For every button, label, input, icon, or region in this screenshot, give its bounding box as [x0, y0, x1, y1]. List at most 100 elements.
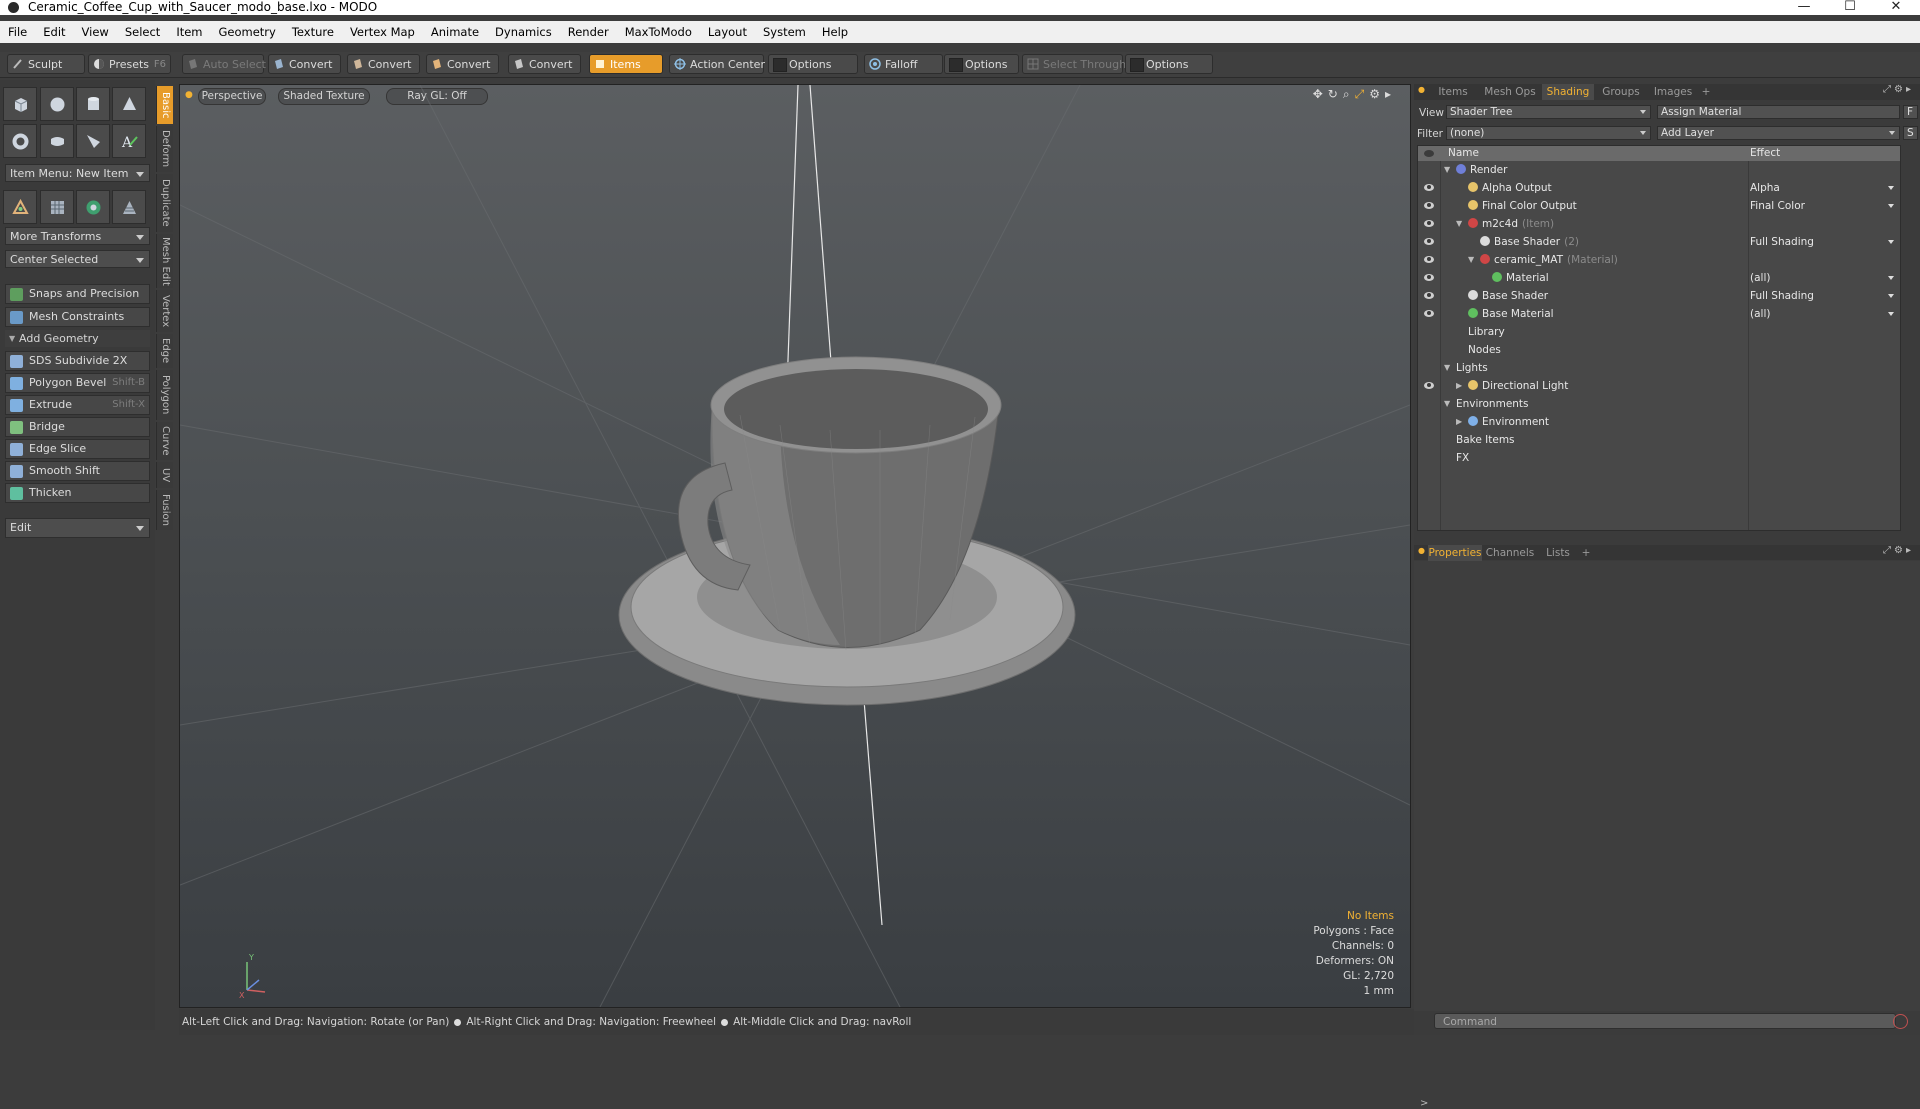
radial-array-button[interactable]	[76, 190, 110, 224]
sds-subdivide-button[interactable]: SDS Subdivide 2X	[5, 351, 150, 371]
record-macro-icon[interactable]	[1893, 1014, 1908, 1029]
visibility-eye-icon[interactable]	[1424, 238, 1434, 245]
array-tool-button[interactable]	[40, 190, 74, 224]
sphere-primitive-button[interactable]	[40, 87, 74, 121]
select-through-options-checkbox[interactable]	[1130, 58, 1144, 72]
items-mode-button[interactable]: Items	[589, 54, 663, 74]
convert-vertices-button[interactable]: Convert	[268, 54, 341, 74]
capsule-primitive-button[interactable]	[40, 124, 74, 158]
presets-button[interactable]: Presets F6	[88, 54, 171, 74]
menu-texture[interactable]: Texture	[284, 21, 342, 43]
menu-vertex-map[interactable]: Vertex Map	[342, 21, 423, 43]
tab-groups[interactable]: Groups	[1596, 84, 1646, 100]
falloff-options-checkbox[interactable]	[949, 58, 963, 72]
collapsed-triangle-icon[interactable]: ▶	[1456, 413, 1462, 431]
text-tool-button[interactable]: A	[112, 124, 146, 158]
tab-fusion[interactable]: Fusion	[156, 490, 173, 530]
tab-duplicate[interactable]: Duplicate	[156, 174, 173, 232]
auto-select-button[interactable]: Auto Select	[182, 54, 266, 74]
3d-viewport[interactable]: ● Perspective Shaded Texture Ray GL: Off…	[179, 84, 1411, 1008]
visibility-eye-icon[interactable]	[1424, 274, 1434, 281]
menu-layout[interactable]: Layout	[700, 21, 755, 43]
menu-select[interactable]: Select	[117, 21, 168, 43]
visibility-eye-icon[interactable]	[1424, 382, 1434, 389]
edit-dropdown[interactable]: Edit	[5, 518, 150, 538]
convert-edges-button[interactable]: Convert	[347, 54, 420, 74]
bridge-button[interactable]: Bridge	[5, 417, 150, 437]
menu-dynamics[interactable]: Dynamics	[487, 21, 560, 43]
torus-primitive-button[interactable]	[3, 124, 37, 158]
snaps-precision-button[interactable]: Snaps and Precision	[5, 284, 150, 304]
shader-tree-row[interactable]: FX	[1418, 449, 1900, 467]
convert-materials-button[interactable]: Convert	[508, 54, 581, 74]
panel-window-controls[interactable]: ⤢⚙▸	[1883, 84, 1914, 95]
add-tab-button[interactable]: +	[1698, 84, 1714, 100]
tab-mesh-ops[interactable]: Mesh Ops	[1480, 84, 1540, 100]
visibility-eye-icon[interactable]	[1424, 292, 1434, 299]
menu-item[interactable]: Item	[168, 21, 210, 43]
view-select[interactable]: Shader Tree	[1446, 105, 1651, 119]
s-button[interactable]: S	[1903, 126, 1918, 140]
pen-tool-button[interactable]	[76, 124, 110, 158]
select-through-button[interactable]: Select Through	[1022, 54, 1126, 74]
shader-tree-row[interactable]: Nodes	[1418, 341, 1900, 359]
menu-render[interactable]: Render	[560, 21, 617, 43]
shader-tree-row[interactable]: ▼ Environments	[1418, 395, 1900, 413]
tab-uv[interactable]: UV	[156, 462, 173, 488]
add-tab-button[interactable]: +	[1578, 545, 1594, 561]
tab-mesh-edit[interactable]: Mesh Edit	[156, 234, 173, 288]
falloff-options-button[interactable]: Options	[944, 54, 1019, 74]
tab-polygon[interactable]: Polygon	[156, 370, 173, 420]
shader-tree-row[interactable]: Alpha Output Alpha	[1418, 179, 1900, 197]
action-center-options-button[interactable]: Options	[768, 54, 858, 74]
convert-polygons-button[interactable]: Convert	[426, 54, 499, 74]
visibility-eye-icon[interactable]	[1424, 310, 1434, 317]
shader-tree-row[interactable]: Base Material (all)	[1418, 305, 1900, 323]
shader-tree-row[interactable]: Bake Items	[1418, 431, 1900, 449]
panel-window-controls[interactable]: ⤢⚙▸	[1883, 545, 1914, 556]
menu-geometry[interactable]: Geometry	[211, 21, 284, 43]
visibility-eye-icon[interactable]	[1424, 202, 1434, 209]
menu-view[interactable]: View	[74, 21, 117, 43]
visibility-eye-icon[interactable]	[1424, 220, 1434, 227]
extrude-button[interactable]: Extrude Shift-X	[5, 395, 150, 415]
effect-dropdown[interactable]: Full Shading	[1748, 233, 1900, 250]
f-button[interactable]: F	[1903, 105, 1918, 119]
expand-triangle-icon[interactable]: ▼	[1444, 359, 1450, 377]
curve-array-button[interactable]	[112, 190, 146, 224]
menu-system[interactable]: System	[755, 21, 814, 43]
panel-menu-icon[interactable]: ●	[1418, 85, 1425, 94]
visibility-eye-icon[interactable]	[1424, 256, 1434, 263]
effect-dropdown[interactable]: (all)	[1748, 305, 1900, 322]
polygon-bevel-button[interactable]: Polygon Bevel Shift-B	[5, 373, 150, 393]
action-center-button[interactable]: Action Center	[669, 54, 765, 74]
tab-shading[interactable]: Shading	[1542, 84, 1594, 100]
item-menu-dropdown[interactable]: Item Menu: New Item	[5, 164, 150, 182]
smooth-shift-button[interactable]: Smooth Shift	[5, 461, 150, 481]
tab-edge[interactable]: Edge	[156, 334, 173, 368]
transform-tool-button[interactable]	[3, 190, 37, 224]
more-transforms-dropdown[interactable]: More Transforms	[5, 227, 150, 245]
expand-triangle-icon[interactable]: ▼	[1468, 251, 1474, 269]
edge-slice-button[interactable]: Edge Slice	[5, 439, 150, 459]
menu-animate[interactable]: Animate	[423, 21, 487, 43]
tab-vertex[interactable]: Vertex	[156, 290, 173, 332]
thicken-button[interactable]: Thicken	[5, 483, 150, 503]
expand-triangle-icon[interactable]: ▼	[1456, 215, 1462, 233]
select-through-options-button[interactable]: Options	[1125, 54, 1213, 74]
shader-tree-row[interactable]: ▶ Directional Light	[1418, 377, 1900, 395]
maximize-button[interactable]: ☐	[1827, 0, 1873, 15]
add-geometry-section[interactable]: ▼ Add Geometry	[5, 330, 150, 347]
tab-items[interactable]: Items	[1428, 84, 1478, 100]
shader-tree-row[interactable]: ▼ Lights	[1418, 359, 1900, 377]
sculpt-button[interactable]: Sculpt	[7, 54, 85, 74]
collapsed-triangle-icon[interactable]: ▶	[1456, 377, 1462, 395]
tab-lists[interactable]: Lists	[1538, 545, 1578, 561]
tab-deform[interactable]: Deform	[156, 126, 173, 172]
tab-curve[interactable]: Curve	[156, 422, 173, 460]
options-checkbox[interactable]	[773, 58, 787, 72]
shader-tree-row[interactable]: ▼ m2c4d (Item)	[1418, 215, 1900, 233]
effect-dropdown[interactable]: Final Color	[1748, 197, 1900, 214]
command-input[interactable]: Command	[1434, 1013, 1896, 1029]
menu-maxtomodo[interactable]: MaxToModo	[617, 21, 700, 43]
